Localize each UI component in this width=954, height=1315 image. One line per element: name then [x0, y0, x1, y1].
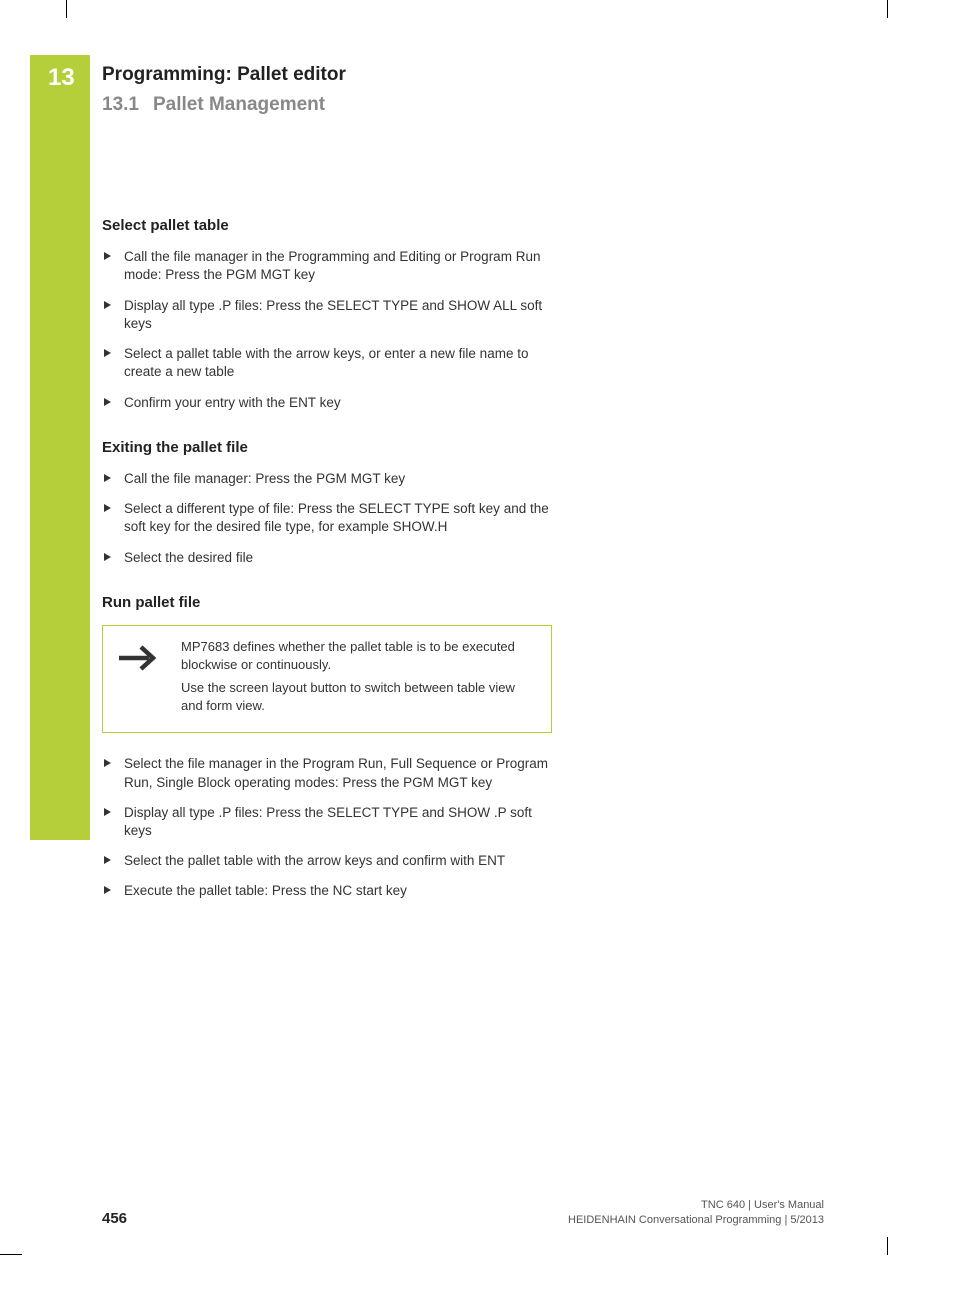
note-box: MP7683 defines whether the pallet table …	[102, 625, 552, 733]
section-title: 13.1 Pallet Management	[102, 94, 862, 116]
footer-text: TNC 640 | User's Manual HEIDENHAIN Conve…	[568, 1198, 824, 1227]
section-exiting-pallet-file: Exiting the pallet file Call the file ma…	[102, 438, 552, 567]
steps-list: Call the file manager in the Programming…	[102, 248, 552, 412]
chapter-title: Programming: Pallet editor	[102, 64, 862, 86]
step-item: Call the file manager: Press the PGM MGT…	[102, 470, 552, 488]
step-item: Select the file manager in the Program R…	[102, 755, 552, 791]
footer-line: HEIDENHAIN Conversational Programming | …	[568, 1213, 824, 1227]
arrow-right-icon	[115, 640, 165, 676]
steps-list: Select the file manager in the Program R…	[102, 755, 552, 900]
note-paragraph: MP7683 defines whether the pallet table …	[181, 638, 537, 673]
step-item: Display all type .P files: Press the SEL…	[102, 297, 552, 333]
step-item: Confirm your entry with the ENT key	[102, 394, 552, 412]
note-paragraph: Use the screen layout button to switch b…	[181, 679, 537, 714]
step-item: Execute the pallet table: Press the NC s…	[102, 882, 552, 900]
crop-mark	[66, 0, 67, 18]
sub-heading: Run pallet file	[102, 593, 552, 613]
step-item: Display all type .P files: Press the SEL…	[102, 804, 552, 840]
steps-list: Call the file manager: Press the PGM MGT…	[102, 470, 552, 567]
crop-mark	[887, 1237, 888, 1255]
step-item: Call the file manager in the Programming…	[102, 248, 552, 284]
chapter-tab	[30, 55, 90, 840]
section-name: Pallet Management	[153, 94, 325, 115]
step-item: Select the desired file	[102, 549, 552, 567]
step-item: Select the pallet table with the arrow k…	[102, 852, 552, 870]
chapter-number: 13	[48, 64, 75, 92]
page-number: 456	[102, 1210, 127, 1227]
crop-mark	[0, 1254, 22, 1255]
section-select-pallet-table: Select pallet table Call the file manage…	[102, 216, 552, 412]
section-run-pallet-file: Run pallet file MP7683 defines whether t…	[102, 593, 552, 901]
step-item: Select a pallet table with the arrow key…	[102, 345, 552, 381]
crop-mark	[887, 0, 888, 18]
footer-line: TNC 640 | User's Manual	[568, 1198, 824, 1212]
section-number: 13.1	[102, 94, 139, 115]
step-item: Select a different type of file: Press t…	[102, 500, 552, 536]
sub-heading: Exiting the pallet file	[102, 438, 552, 458]
sub-heading: Select pallet table	[102, 216, 552, 236]
